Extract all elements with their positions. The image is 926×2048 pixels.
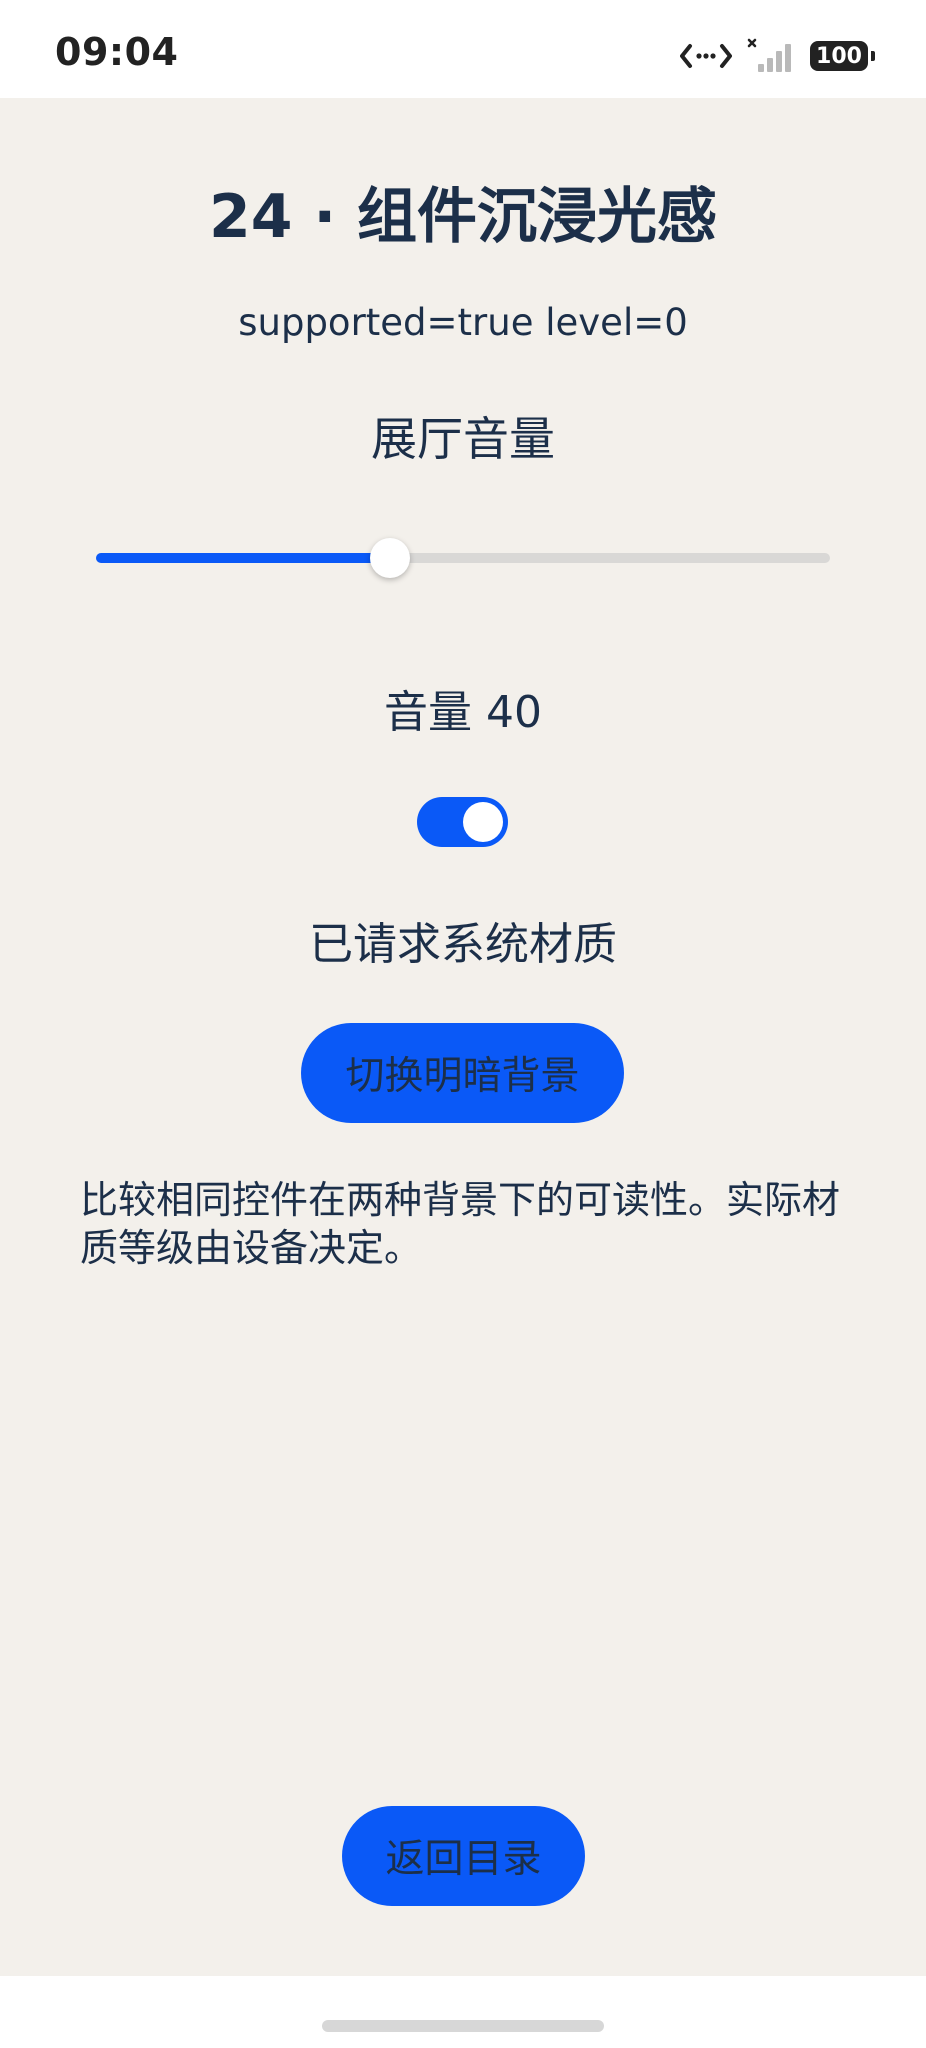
home-indicator[interactable] [322, 2020, 604, 2032]
signal-icon [747, 38, 791, 72]
material-toggle[interactable] [417, 797, 508, 847]
section-label: 展厅音量 [371, 412, 555, 466]
page-title: 24 · 组件沉浸光感 [208, 182, 718, 252]
slider-fill [96, 553, 390, 563]
support-status-text: supported=true level=0 [238, 301, 688, 344]
main-content: 24 · 组件沉浸光感 supported=true level=0 展厅音量 … [0, 98, 926, 1976]
toggle-status-text: 已请求系统材质 [309, 919, 617, 970]
data-transfer-icon [680, 44, 732, 68]
back-to-catalog-button[interactable]: 返回目录 [342, 1806, 585, 1906]
description-text: 比较相同控件在两种背景下的可读性。实际材质等级由设备决定。 [80, 1178, 841, 1270]
slider-thumb[interactable] [369, 538, 410, 578]
switch-background-button[interactable]: 切换明暗背景 [301, 1023, 624, 1123]
battery-level: 100 [816, 43, 862, 69]
status-icons: 100 [680, 36, 875, 76]
volume-value-text: 音量 40 [384, 687, 542, 738]
volume-slider[interactable] [96, 538, 830, 578]
toggle-knob [463, 802, 503, 842]
status-bar: 09:04 100 [0, 0, 926, 98]
status-time: 09:04 [55, 30, 179, 74]
battery-icon: 100 [810, 41, 875, 71]
